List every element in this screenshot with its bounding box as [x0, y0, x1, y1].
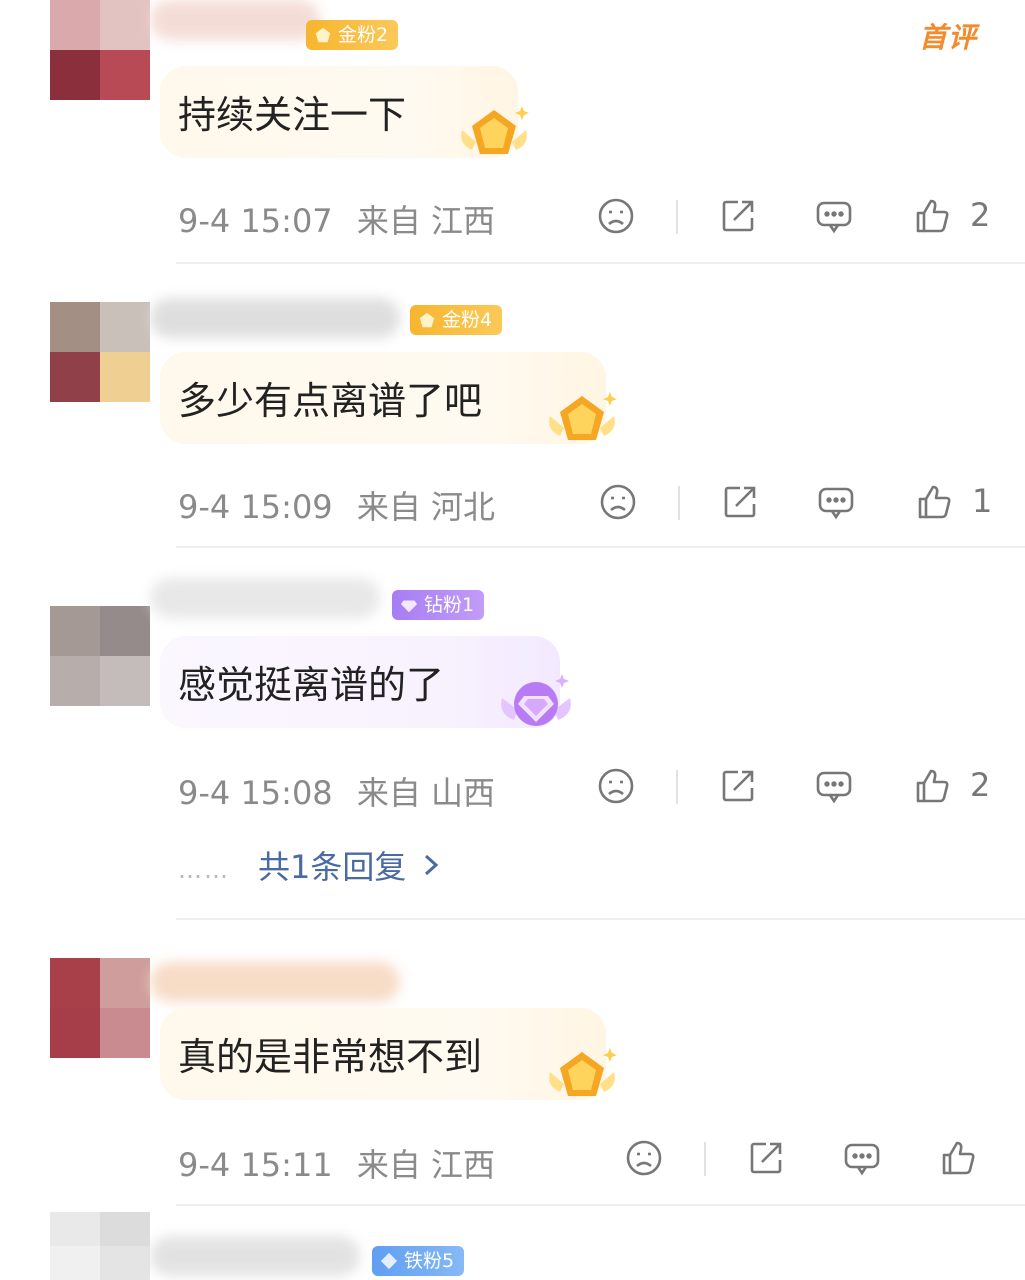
fan-badge-icon: [315, 27, 331, 43]
fan-badge-label: 金粉2: [338, 24, 389, 46]
comment-actions: 1: [598, 482, 998, 526]
dislike-button[interactable]: [624, 1138, 668, 1182]
comment-time: 9-4 15:11: [178, 1146, 333, 1184]
gold-fan-emblem-icon: [549, 392, 617, 440]
share-button[interactable]: [718, 196, 762, 240]
gold-fan-emblem-icon: [549, 1048, 617, 1096]
sad-face-icon: [598, 768, 634, 804]
thumbs-up-icon: [942, 1141, 975, 1175]
comment-list: 金粉2 首评 持续关注一下 9-4 15:07 来自 江西 2 金粉4 多少有点…: [0, 0, 1025, 1280]
comment-text: 持续关注一下: [178, 93, 407, 137]
diamond-badge-icon: [400, 600, 418, 613]
username-blurred[interactable]: [150, 962, 400, 1002]
comment-bubble-icon: [816, 771, 852, 804]
share-button[interactable]: [718, 766, 762, 810]
sad-face-icon: [598, 198, 634, 234]
sad-face-icon: [600, 484, 636, 520]
fan-badge[interactable]: 钻粉1: [392, 590, 485, 620]
reply-count-label: 共1条回复: [258, 848, 407, 886]
iron-badge-icon: [380, 1252, 398, 1270]
comment-text: 真的是非常想不到: [178, 1035, 483, 1079]
comment-bubble-icon: [844, 1143, 880, 1176]
share-button[interactable]: [746, 1138, 790, 1182]
first-comment-tag: 首评: [918, 21, 977, 54]
chevron-right-icon: [425, 854, 439, 876]
reply-button[interactable]: [816, 482, 860, 526]
thumbs-up-icon: [916, 199, 949, 233]
comment-location: 来自 河北: [356, 488, 496, 526]
action-divider: [704, 1142, 706, 1176]
username-blurred[interactable]: [150, 1236, 360, 1276]
username-blurred[interactable]: [150, 298, 400, 338]
comment-actions: [624, 1138, 1004, 1182]
comment-bubble[interactable]: 多少有点离谱了吧: [160, 352, 617, 444]
fan-badge-label: 钻粉1: [424, 594, 475, 616]
dislike-button[interactable]: [598, 482, 642, 526]
view-replies-link[interactable]: …… 共1条回复: [178, 842, 440, 886]
comment-bubble-icon: [816, 201, 852, 234]
action-divider: [678, 486, 680, 520]
avatar[interactable]: [50, 0, 150, 100]
dislike-button[interactable]: [596, 196, 640, 240]
comment-bubble[interactable]: 持续关注一下: [160, 66, 529, 158]
like-button[interactable]: [938, 1138, 982, 1182]
like-button[interactable]: [912, 766, 956, 810]
like-button[interactable]: [914, 482, 958, 526]
like-count: 2: [970, 196, 991, 234]
fan-badge-label: 金粉4: [442, 309, 493, 331]
avatar[interactable]: [50, 606, 150, 706]
comment-meta: 9-4 15:09 来自 河北: [178, 482, 495, 528]
reply-button[interactable]: [814, 766, 858, 810]
comment-actions: 2: [596, 766, 996, 810]
comment-meta: 9-4 15:11 来自 江西: [178, 1140, 495, 1186]
comment-time: 9-4 15:09: [178, 488, 333, 526]
share-icon: [722, 770, 754, 802]
fan-badge[interactable]: 金粉4: [410, 305, 503, 335]
dislike-button[interactable]: [596, 766, 640, 810]
like-count: 2: [970, 766, 991, 804]
comment-meta: 9-4 15:07 来自 江西: [178, 196, 495, 242]
username-blurred[interactable]: [150, 578, 380, 618]
like-button[interactable]: [912, 196, 956, 240]
action-divider: [676, 200, 678, 234]
reply-dots: ……: [178, 856, 230, 884]
fan-badge-label: 铁粉5: [404, 1250, 455, 1272]
avatar[interactable]: [50, 302, 150, 402]
comment-bubble[interactable]: 真的是非常想不到: [160, 1008, 617, 1100]
comment-bubble-icon: [818, 487, 854, 520]
comment-divider: [176, 262, 1025, 264]
comment-location: 来自 山西: [356, 774, 496, 812]
comment-time: 9-4 15:08: [178, 774, 333, 812]
diamond-fan-emblem-icon: [501, 674, 571, 726]
reply-button[interactable]: [842, 1138, 886, 1182]
avatar[interactable]: [50, 1212, 150, 1280]
comment-divider: [176, 918, 1025, 920]
share-icon: [750, 1142, 782, 1174]
comment-divider: [176, 1204, 1025, 1206]
comment-location: 来自 江西: [356, 1146, 496, 1184]
username-blurred[interactable]: [150, 0, 320, 40]
fan-badge-icon: [419, 312, 435, 328]
comment-text: 感觉挺离谱的了: [178, 663, 445, 707]
share-icon: [724, 486, 756, 518]
fan-badge[interactable]: 金粉2: [306, 20, 399, 50]
sad-face-icon: [626, 1140, 662, 1176]
thumbs-up-icon: [918, 485, 951, 519]
thumbs-up-icon: [916, 769, 949, 803]
comment-time: 9-4 15:07: [178, 202, 333, 240]
fan-badge[interactable]: 铁粉5: [372, 1246, 465, 1276]
share-button[interactable]: [720, 482, 764, 526]
comment-location: 来自 江西: [356, 202, 496, 240]
comment-actions: 2: [596, 196, 996, 240]
action-divider: [676, 770, 678, 804]
gold-fan-emblem-icon: [461, 106, 529, 154]
comment-bubble[interactable]: 感觉挺离谱的了: [160, 636, 571, 728]
avatar[interactable]: [50, 958, 150, 1058]
share-icon: [722, 200, 754, 232]
like-count: 1: [972, 482, 993, 520]
comment-text: 多少有点离谱了吧: [178, 379, 483, 423]
comment-divider: [176, 546, 1025, 548]
comment-meta: 9-4 15:08 来自 山西: [178, 768, 495, 814]
reply-button[interactable]: [814, 196, 858, 240]
